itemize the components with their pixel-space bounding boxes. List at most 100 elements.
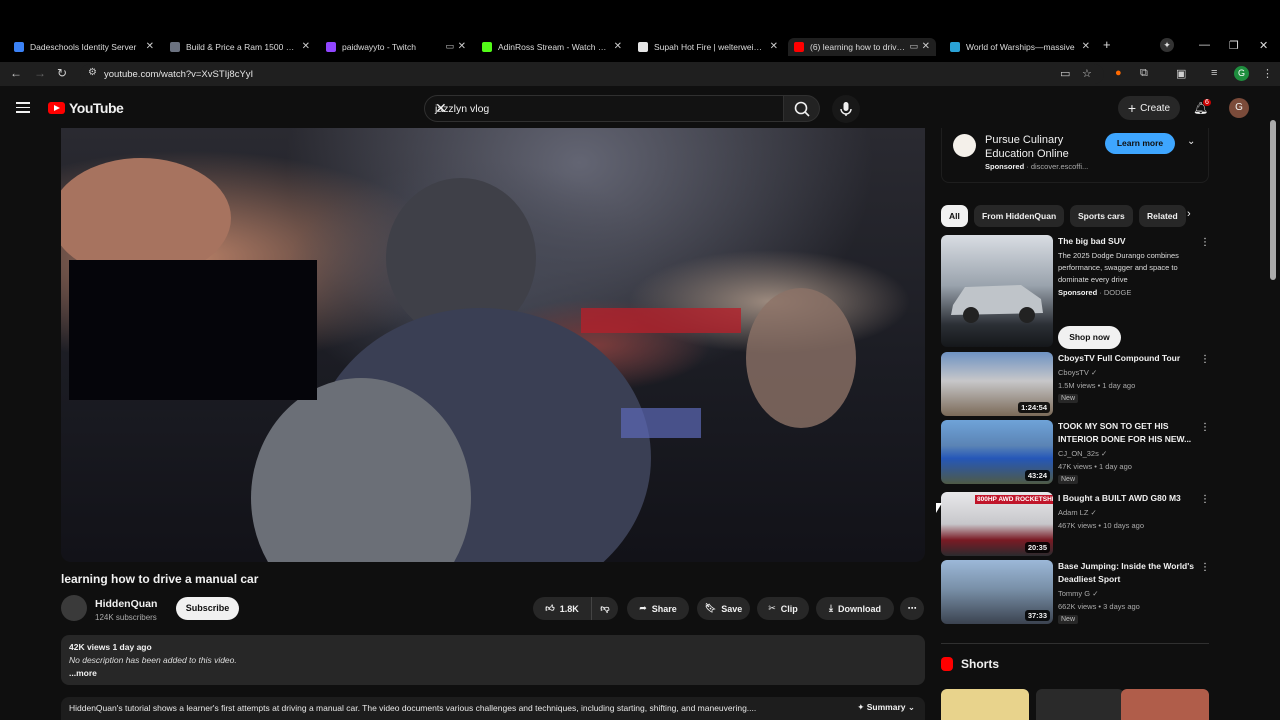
media-control-icon[interactable]: ≡ [1211,67,1217,79]
chip-sports-cars[interactable]: Sports cars [1070,205,1133,227]
browser-tab[interactable]: Dadeschools Identity Server ✕ [14,38,154,56]
minimize-icon[interactable]: — [1199,39,1210,51]
channel-name[interactable]: CJ_ON_32s ✓ [1058,449,1107,458]
sponsored-label: Sponsored [985,162,1025,171]
duration-badge: 1:24:54 [1018,402,1050,413]
page-scrollbar[interactable] [1270,120,1276,280]
recommendation-item[interactable]: 37:33 Base Jumping: Inside the World's D… [941,560,1210,624]
new-tab-icon[interactable]: + [1103,37,1111,52]
menu-icon[interactable] [16,102,30,116]
like-button[interactable]: 👍︎ 1.8K [533,597,591,620]
video-thumbnail[interactable]: 43:24 [941,420,1053,484]
channel-name[interactable]: CboysTV ✓ [1058,368,1097,377]
video-thumbnail[interactable]: 1:24:54 [941,352,1053,416]
recommendation-item[interactable]: 800HP AWD ROCKETSHIP! 20:35 I Bought a B… [941,492,1210,556]
save-button[interactable]: 🔖︎ Save [697,597,750,620]
reload-icon[interactable]: ↻ [57,66,67,80]
channel-name[interactable]: Tommy G ✓ [1058,589,1098,598]
more-vertical-icon[interactable]: ⋮ [1200,494,1210,505]
video-title[interactable]: The big bad SUV [1058,235,1196,248]
download-button[interactable]: ⤓ Download [816,597,894,620]
recommendation-item[interactable]: 1:24:54 CboysTV Full Compound Tour Cboys… [941,352,1210,416]
bookmark-star-icon[interactable]: ☆ [1082,67,1092,80]
short-thumbnail[interactable] [1121,689,1209,720]
dislike-button[interactable]: 👎︎ [591,597,618,620]
chevron-right-icon[interactable]: › [1187,208,1191,220]
forward-icon[interactable]: → [34,66,46,80]
video-thumbnail[interactable]: 800HP AWD ROCKETSHIP! 20:35 [941,492,1053,556]
video-thumbnail[interactable]: 37:33 [941,560,1053,624]
close-tab-icon[interactable]: ✕ [1082,41,1090,52]
more-vertical-icon[interactable]: ⋮ [1200,237,1210,248]
address-bar[interactable]: ⚙ youtube.com/watch?v=XvSTIj8cYyI [80,64,1104,84]
video-title[interactable]: TOOK MY SON TO GET HIS INTERIOR DONE FOR… [1058,420,1196,446]
share-button[interactable]: ➦ Share [627,597,689,620]
browser-tab[interactable]: Build & Price a Ram 1500 | Ram ✕ [170,38,310,56]
close-tab-icon[interactable]: ✕ [614,41,622,52]
chip-all[interactable]: All [941,205,968,227]
chip-related[interactable]: Related [1139,205,1186,227]
tab-search-icon[interactable]: ✦ [1160,38,1174,52]
extension-icon[interactable]: ● [1115,67,1122,79]
profile-avatar[interactable]: G [1234,66,1249,81]
recommendation-ad[interactable]: The big bad SUV The 2025 Dodge Durango c… [941,235,1210,349]
channel-name[interactable]: HiddenQuan [95,598,157,610]
youtube-logo[interactable]: YouTube [48,100,124,116]
more-actions-button[interactable]: ⋯ [900,597,924,620]
search-button[interactable] [784,95,820,122]
more-vertical-icon[interactable]: ⋮ [1200,354,1210,365]
verified-icon: ✓ [1090,368,1098,377]
description-box[interactable]: 42K views 1 day ago No description has b… [61,635,925,685]
sponsored-ad-card[interactable]: Pursue Culinary Education Online Sponsor… [941,128,1209,183]
close-tab-icon[interactable]: ✕ [302,41,310,52]
video-title[interactable]: Base Jumping: Inside the World's Deadlie… [1058,560,1196,586]
recommendation-item[interactable]: 43:24 TOOK MY SON TO GET HIS INTERIOR DO… [941,420,1210,484]
site-info-icon[interactable]: ⚙ [88,67,97,78]
close-tab-icon[interactable]: ✕ [770,41,778,52]
close-tab-icon[interactable]: ✕ [458,41,466,52]
chip-from-channel[interactable]: From HiddenQuan [974,205,1065,227]
share-label: Share [651,603,677,614]
short-thumbnail[interactable] [1036,689,1124,720]
close-tab-icon[interactable]: ✕ [922,41,930,52]
learn-more-button[interactable]: Learn more [1105,133,1175,154]
user-avatar[interactable]: G [1229,98,1249,118]
video-title[interactable]: I Bought a BUILT AWD G80 M3 [1058,492,1196,505]
search-input[interactable]: jazzlyn vlog ✕ [424,95,784,122]
maximize-icon[interactable]: ❐ [1229,39,1239,52]
sidepanel-icon[interactable]: ▣ [1176,67,1186,80]
channel-name[interactable]: Adam LZ ✓ [1058,508,1097,517]
clear-search-icon[interactable]: ✕ [435,100,775,117]
channel-avatar[interactable] [61,595,87,621]
ai-summary-bar[interactable]: HiddenQuan's tutorial shows a learner's … [61,697,925,720]
create-button[interactable]: + Create [1118,96,1180,120]
browser-tab[interactable]: paidwayyto - Twitch ▭ ✕ [326,38,466,56]
extensions-puzzle-icon[interactable]: ⧉ [1140,67,1148,80]
duration-badge: 37:33 [1024,610,1050,621]
more-vertical-icon[interactable]: ⋮ [1200,562,1210,573]
subscribe-button[interactable]: Subscribe [176,597,239,620]
chevron-down-icon[interactable]: ⌄ [1187,136,1195,147]
voice-search-button[interactable] [832,95,860,123]
suv-image [951,285,1043,323]
close-window-icon[interactable]: ✕ [1259,39,1268,52]
cast-icon[interactable]: ▭ [1060,67,1070,80]
short-thumbnail[interactable] [941,689,1029,720]
video-thumbnail[interactable] [941,235,1053,347]
shop-now-button[interactable]: Shop now [1058,326,1121,349]
more-link[interactable]: ...more [69,668,97,678]
browser-tab[interactable]: Supah Hot Fire | welterweight ✕ [638,38,778,56]
close-tab-icon[interactable]: ✕ [146,41,154,52]
back-icon[interactable]: ← [10,66,22,80]
more-vertical-icon[interactable]: ⋮ [1200,422,1210,433]
summary-toggle[interactable]: ✦ Summary ⌄ [857,702,915,713]
video-player[interactable] [61,128,925,562]
browser-tab[interactable]: AdinRoss Stream - Watch Live ✕ [482,38,622,56]
clip-button[interactable]: ✂ Clip [757,597,809,620]
browser-tab-active[interactable]: (6) learning how to drive a ▭ ✕ [788,38,936,56]
tab-label: paidwayyto - Twitch [342,42,417,52]
browser-tab[interactable]: World of Warships—massive ✕ [950,38,1090,56]
browser-menu-icon[interactable]: ⋮ [1262,67,1273,80]
video-title[interactable]: CboysTV Full Compound Tour [1058,352,1196,365]
views-and-date: 42K views 1 day ago [69,642,152,652]
